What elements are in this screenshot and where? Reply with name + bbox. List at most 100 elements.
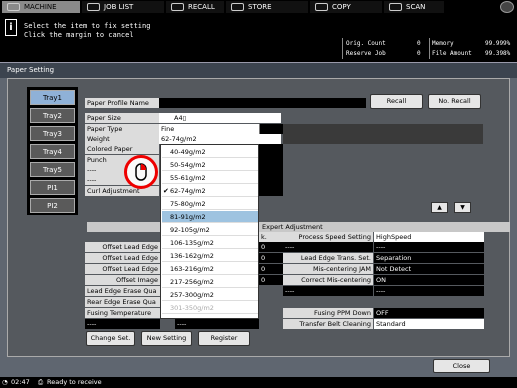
window-title: Paper Setting [7, 66, 55, 74]
transfer-belt-cleaning-value[interactable]: Standard [374, 319, 484, 329]
correct-mis-centering-value[interactable]: ON [374, 275, 484, 285]
change-set-button[interactable]: Change Set. [86, 331, 135, 346]
file-amount-value: 99.398% [485, 50, 511, 57]
recall-button[interactable]: Recall [370, 94, 423, 109]
paper-size-label: Paper Size [85, 113, 159, 123]
info-icon: i [5, 19, 17, 36]
weight-option[interactable]: 257-300g/m2 [162, 289, 258, 301]
no-recall-button[interactable]: No. Recall [428, 94, 481, 109]
profile-spacer [259, 144, 283, 196]
profile-name-label: Paper Profile Name [85, 98, 159, 108]
empty-row-label: ---- [283, 242, 373, 252]
lead-edge-trans-value[interactable]: Separation [374, 253, 484, 263]
profile-spacer [259, 124, 283, 134]
tray-button-pi1[interactable]: PI1 [30, 180, 75, 195]
file-amount-label: File Amount [432, 50, 472, 57]
paper-type-label: Paper Type [85, 124, 159, 134]
scroll-up-button[interactable]: ▲ [431, 202, 448, 213]
offset-image-label: Offset Image [85, 275, 160, 285]
tray-button-tray2[interactable]: Tray2 [30, 108, 75, 123]
empty-row-value: ---- [374, 242, 484, 252]
weight-dropdown: 40-49g/m2 50-54g/m2 55-61g/m2 ✔ 62-74g/m2… [160, 144, 259, 319]
tab-copy[interactable]: COPY [310, 1, 382, 13]
offset-lead-edge-value[interactable]: 0 [259, 242, 283, 252]
process-speed-label: Process Speed Setting [283, 232, 373, 242]
reserve-job-value: 0 [417, 50, 421, 57]
store-icon [231, 3, 244, 11]
mis-centering-jam-value[interactable]: Not Detect [374, 264, 484, 274]
empty-row-value: ---- [374, 286, 484, 296]
weight-option[interactable]: 163-216g/m2 [162, 263, 258, 275]
weight-option[interactable]: 50-54g/m2 [162, 159, 258, 171]
clock-icon: ◔ [2, 378, 8, 386]
window-title-bar: Paper Setting [0, 62, 517, 78]
offset-lead-edge-label: Offset Lead Edge [85, 242, 160, 252]
tray-button-pi2[interactable]: PI2 [30, 198, 75, 213]
process-speed-value[interactable]: HighSpeed [374, 232, 484, 242]
weight-option[interactable]: 136-162g/m2 [162, 250, 258, 262]
fusing-ppm-down-value[interactable]: OFF [374, 308, 484, 318]
rear-edge-erase-label: Rear Edge Erase Qua [85, 297, 160, 307]
checkmark-icon: ✔ [163, 187, 169, 195]
tab-machine[interactable]: MACHINE [2, 1, 80, 13]
mouse-cursor-icon [124, 155, 158, 189]
recall-icon [171, 3, 184, 11]
message-line-2: Click the margin to cancel [24, 31, 134, 39]
weight-option[interactable]: 92-105g/m2 [162, 224, 258, 236]
machine-icon [7, 3, 20, 11]
empty-row-label: ---- [85, 319, 160, 329]
lead-edge-erase-label: Lead Edge Erase Qua [85, 286, 160, 296]
weight-option[interactable]: 55-61g/m2 [162, 172, 258, 184]
weight-value[interactable]: 62-74g/m2 [159, 134, 281, 144]
empty-row-value: ---- [175, 319, 259, 329]
correct-mis-centering-label: Correct Mis-centering [283, 275, 373, 285]
tray-button-tray4[interactable]: Tray4 [30, 144, 75, 159]
offset-lead-edge-value[interactable]: 0 [259, 253, 283, 263]
scroll-down-button[interactable]: ▼ [454, 202, 471, 213]
counter-divider [342, 38, 343, 59]
job-list-icon [87, 3, 100, 11]
close-button[interactable]: Close [433, 359, 490, 373]
offset-image-value[interactable]: 0 [259, 275, 283, 285]
new-setting-button[interactable]: New Setting [141, 331, 192, 346]
weight-label: Weight [85, 134, 159, 144]
weight-option[interactable]: 106-135g/m2 [162, 237, 258, 249]
transfer-belt-cleaning-label: Transfer Belt Cleaning [283, 319, 373, 329]
counters-panel: Orig. Count 0 Memory 99.999% Reserve Job… [343, 38, 517, 59]
weight-option-highlighted[interactable]: 81-91g/m2 [162, 211, 258, 223]
tray-button-tray1[interactable]: Tray1 [30, 90, 75, 105]
status-time: 02:47 [11, 378, 30, 386]
weight-option-selected[interactable]: ✔ 62-74g/m2 [162, 185, 258, 197]
weight-option[interactable]: 40-49g/m2 [162, 146, 258, 158]
tray-list: Tray1 Tray2 Tray3 Tray4 Tray5 PI1 PI2 [27, 87, 78, 215]
tab-recall[interactable]: RECALL [166, 1, 224, 13]
tray-button-tray5[interactable]: Tray5 [30, 162, 75, 177]
counter-divider [429, 38, 430, 59]
tray-button-tray3[interactable]: Tray3 [30, 126, 75, 141]
status-bar: ◔ 02:47 ⎙ Ready to receive [0, 377, 517, 388]
fusing-ppm-down-label: Fusing PPM Down [283, 308, 373, 318]
tab-store[interactable]: STORE [226, 1, 308, 13]
tab-job-list[interactable]: JOB LIST [82, 1, 164, 13]
printer-icon: ⎙ [38, 378, 44, 386]
message-line-1: Select the item to fix setting [24, 22, 151, 30]
empty-row-label: ---- [283, 286, 373, 296]
mis-centering-jam-label: Mis-centering JAM [283, 264, 373, 274]
offset-lead-edge-value[interactable]: 0 [259, 264, 283, 274]
expert-left-header: k. [259, 232, 283, 242]
offset-lead-edge-label: Offset Lead Edge [85, 264, 160, 274]
power-icon[interactable] [500, 1, 514, 13]
weight-option[interactable]: 217-256g/m2 [162, 276, 258, 288]
expert-adjustment-title: Expert Adjustment [262, 223, 323, 231]
offset-lead-edge-label: Offset Lead Edge [85, 253, 160, 263]
weight-option-disabled: 301-350g/m2 [162, 302, 258, 314]
tab-scan[interactable]: SCAN [384, 1, 444, 13]
profile-name-field[interactable] [159, 98, 366, 108]
expert-adjustment-header: Expert Adjustment [87, 222, 510, 232]
paper-size-value[interactable]: A4▯ [159, 113, 281, 123]
weight-option[interactable]: 75-80g/m2 [162, 198, 258, 210]
register-button[interactable]: Register [198, 331, 250, 346]
reserve-job-label: Reserve Job [346, 50, 386, 57]
scan-icon [389, 3, 402, 11]
status-text: Ready to receive [47, 378, 102, 386]
